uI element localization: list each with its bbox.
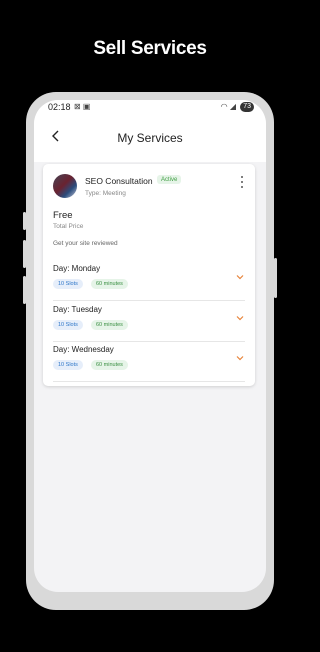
phone-side-button — [23, 276, 26, 304]
phone-frame: 02:18 ⊠ ▣ ◠ ◢ 73 My Services SEO Consult… — [23, 92, 277, 610]
slots-chip: 10 Slots — [53, 320, 83, 330]
chevron-down-icon[interactable] — [235, 353, 245, 363]
page-title: My Services — [117, 131, 183, 145]
status-time: 02:18 — [48, 102, 71, 112]
phone-side-button — [23, 240, 26, 268]
service-type: Type: Meeting — [85, 190, 126, 197]
day-row-tuesday[interactable]: Day: Tuesday 10 Slots 60 minutes — [53, 301, 245, 342]
day-label: Day: Tuesday — [53, 305, 102, 314]
slots-chip: 10 Slots — [53, 360, 83, 370]
day-label: Day: Wednesday — [53, 345, 114, 354]
more-options-icon[interactable] — [237, 176, 247, 188]
service-name: SEO Consultation — [85, 176, 153, 186]
status-bar: 02:18 ⊠ ▣ ◠ ◢ 73 — [34, 100, 266, 114]
service-card[interactable]: SEO Consultation Active Type: Meeting Fr… — [43, 164, 255, 386]
slots-chip: 10 Slots — [53, 279, 83, 289]
promo-banner-title: Sell Services — [93, 38, 207, 59]
status-badge: Active — [157, 175, 182, 184]
day-row-wednesday[interactable]: Day: Wednesday 10 Slots 60 minutes — [53, 341, 245, 382]
service-description: Get your site reviewed — [53, 240, 118, 247]
duration-chip: 60 minutes — [91, 320, 128, 330]
duration-chip: 60 minutes — [91, 360, 128, 370]
chevron-down-icon[interactable] — [235, 313, 245, 323]
day-row-monday[interactable]: Day: Monday 10 Slots 60 minutes — [53, 260, 245, 301]
wifi-signal-icon: ◠ ◢ — [220, 102, 236, 111]
price-label: Total Price — [53, 223, 84, 230]
app-bar: My Services — [34, 114, 266, 162]
service-price: Free — [53, 210, 73, 221]
phone-side-button — [23, 212, 26, 230]
chevron-down-icon[interactable] — [235, 272, 245, 282]
duration-chip: 60 minutes — [91, 279, 128, 289]
service-thumbnail — [53, 174, 77, 198]
notification-icons: ⊠ ▣ — [74, 102, 91, 111]
day-label: Day: Monday — [53, 264, 101, 273]
app-screen: 02:18 ⊠ ▣ ◠ ◢ 73 My Services SEO Consult… — [34, 100, 266, 592]
phone-power-button — [274, 258, 277, 298]
battery-indicator: 73 — [240, 102, 254, 112]
